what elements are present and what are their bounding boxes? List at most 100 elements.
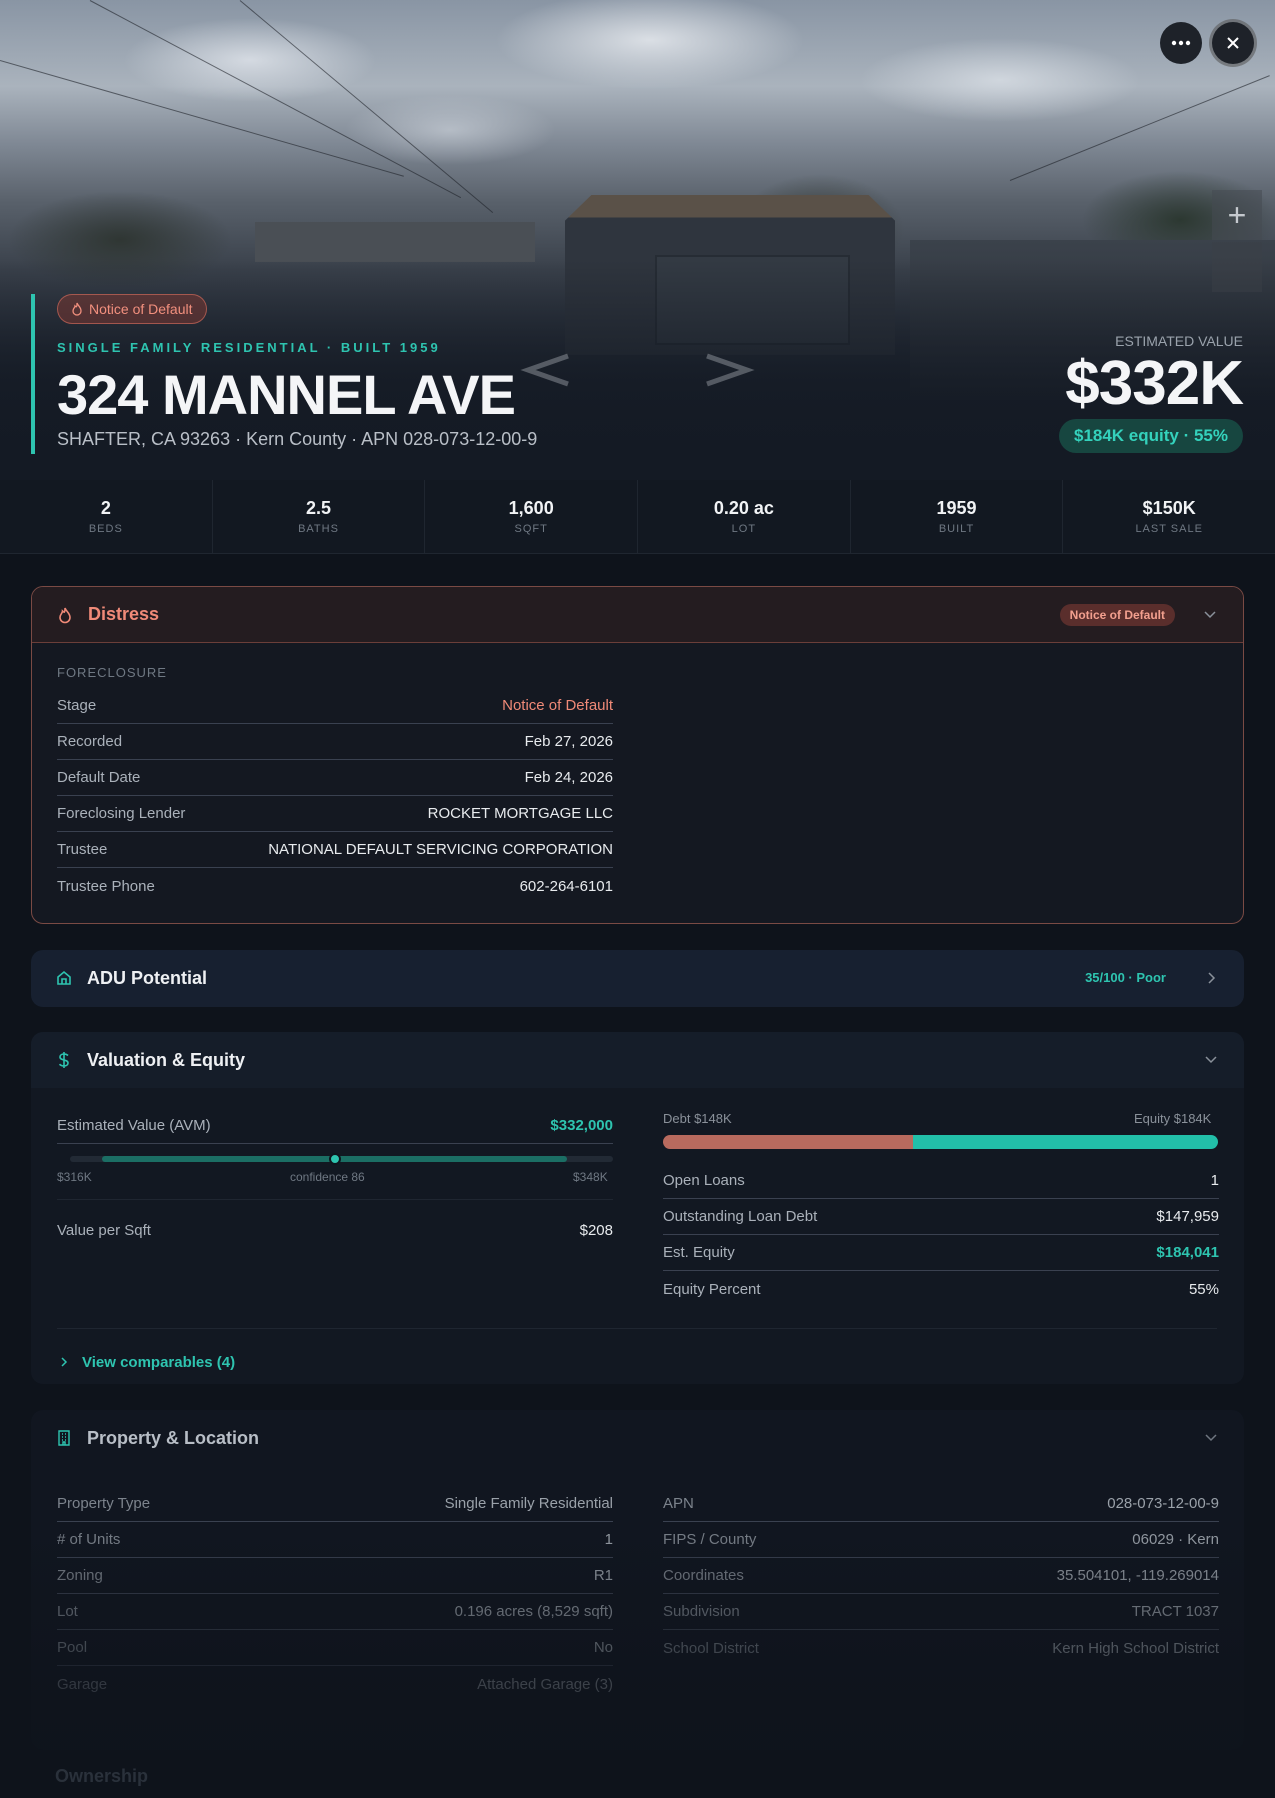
zoom-in-button[interactable]: +	[1212, 190, 1262, 240]
ownership-title[interactable]: Ownership	[55, 1766, 148, 1787]
ellipsis-icon	[1171, 40, 1191, 46]
flame-icon	[59, 607, 71, 623]
row-key: Trustee Phone	[57, 877, 155, 895]
equity-pill: $184K equity · 55%	[1058, 419, 1243, 453]
row-value: R1	[593, 1567, 613, 1584]
row-value: $208	[579, 1221, 613, 1239]
debt-bar	[663, 1135, 913, 1149]
stat-value: 1959	[936, 498, 977, 518]
distress-title: Distress	[88, 604, 160, 624]
stat-value: 1,600	[508, 498, 554, 518]
property-header[interactable]: Property & Location	[31, 1410, 1244, 1466]
avm-range-low: $316K	[57, 1170, 92, 1184]
row-key: # of Units	[57, 1531, 121, 1548]
chevron-down-icon[interactable]	[1203, 608, 1217, 622]
next-photo-icon[interactable]	[705, 352, 755, 388]
stats-bar: 2 BEDS 2.5 BATHS 1,600 SQFT 0.20 ac LOT 1959…	[0, 480, 1275, 554]
row-value: $332,000	[550, 1117, 613, 1134]
row-key: Pool	[57, 1639, 88, 1656]
flame-icon	[72, 302, 82, 316]
divider	[57, 1328, 1217, 1329]
location-row: FIPS / County 06029 · Kern	[663, 1522, 1219, 1558]
row-key: APN	[663, 1495, 694, 1512]
row-value: No	[593, 1639, 613, 1656]
location-row: Coordinates 35.504101, -119.269014	[663, 1558, 1219, 1594]
estimated-value-label: ESTIMATED VALUE	[1115, 333, 1243, 349]
estimated-value-block: ESTIMATED VALUE $332K $184K equity · 55%	[1058, 333, 1244, 453]
row-key: Open Loans	[663, 1172, 745, 1189]
property-row: Garage Attached Garage (3)	[57, 1666, 613, 1702]
stat-baths: 2.5 BATHS	[213, 480, 426, 553]
est-equity-row: Est. Equity $184,041	[663, 1235, 1219, 1271]
chevron-down-icon[interactable]	[1204, 1053, 1218, 1067]
dollar-icon	[58, 1052, 69, 1068]
property-title: Property & Location	[87, 1427, 260, 1448]
estimated-value: $332K	[1065, 349, 1244, 418]
avm-marker	[329, 1153, 341, 1165]
row-key: Lot	[57, 1603, 78, 1620]
zoom-out-button[interactable]	[1212, 242, 1262, 292]
stat-beds: 2 BEDS	[0, 480, 213, 553]
comparables-label: View comparables (4)	[82, 1354, 236, 1371]
avm-confidence: confidence 86	[290, 1170, 365, 1184]
foreclosure-row-trustee: Trustee NATIONAL DEFAULT SERVICING CORPOR…	[57, 832, 613, 868]
more-options-button[interactable]	[1160, 22, 1202, 64]
open-loans-row: Open Loans 1	[663, 1163, 1219, 1199]
foreclosure-row-trustee-phone: Trustee Phone 602-264-6101	[57, 868, 613, 904]
row-value: Single Family Residential	[444, 1495, 613, 1512]
chevron-right-icon[interactable]	[1204, 971, 1218, 985]
foreclosure-row-lender: Foreclosing Lender ROCKET MORTGAGE LLC	[57, 796, 613, 832]
row-key: Subdivision	[663, 1603, 740, 1620]
foreclosure-row-default-date: Default Date Feb 24, 2026	[57, 760, 613, 796]
close-button[interactable]	[1212, 22, 1254, 64]
row-key: Outstanding Loan Debt	[663, 1208, 818, 1225]
property-address-line: SHAFTER, CA 93263 · Kern County · APN 02…	[57, 429, 538, 449]
adu-title: ADU Potential	[87, 967, 208, 988]
row-value: $147,959	[1156, 1208, 1219, 1225]
stat-label: BEDS	[88, 523, 123, 535]
stat-label: BUILT	[938, 523, 975, 535]
view-comparables-link[interactable]: View comparables (4)	[58, 1354, 235, 1371]
building-icon	[58, 1430, 70, 1446]
row-value: Attached Garage (3)	[477, 1675, 613, 1693]
chevron-down-icon[interactable]	[1204, 1431, 1218, 1445]
stat-lot: 0.20 ac LOT	[638, 480, 851, 553]
stat-sqft: 1,600 SQFT	[425, 480, 639, 553]
row-value: Feb 27, 2026	[524, 733, 613, 750]
adu-score: 35/100 · Poor	[1085, 970, 1166, 985]
row-value: 1	[1210, 1172, 1219, 1189]
avm-row: Estimated Value (AVM) $332,000	[57, 1108, 613, 1144]
row-key: Est. Equity	[663, 1244, 735, 1261]
row-value: 55%	[1188, 1280, 1219, 1298]
chevron-right-icon	[61, 1357, 68, 1367]
distress-header[interactable]: Distress Notice of Default	[32, 587, 1243, 643]
property-row: # of Units 1	[57, 1522, 613, 1558]
row-key: Value per Sqft	[57, 1221, 151, 1239]
stat-value: $150K	[1142, 498, 1196, 518]
notice-of-default-badge: Notice of Default	[57, 294, 207, 324]
stat-value: 0.20 ac	[713, 498, 774, 518]
badge-label: Notice of Default	[89, 301, 193, 317]
debt-label: Debt $148K	[663, 1111, 732, 1126]
row-value: NATIONAL DEFAULT SERVICING CORPORATION	[268, 841, 613, 858]
location-row: School District Kern High School District	[663, 1630, 1219, 1666]
row-value: 028-073-12-00-9	[1107, 1495, 1219, 1512]
close-icon	[1227, 37, 1239, 49]
loan-debt-row: Outstanding Loan Debt $147,959	[663, 1199, 1219, 1235]
equity-bar	[913, 1135, 1218, 1149]
valuation-title: Valuation & Equity	[87, 1049, 246, 1070]
row-key: FIPS / County	[663, 1531, 757, 1548]
row-key: Coordinates	[663, 1567, 744, 1584]
adu-header[interactable]: ADU Potential 35/100 · Poor	[31, 950, 1244, 1006]
valuation-header[interactable]: Valuation & Equity	[31, 1032, 1244, 1088]
row-key: Garage	[57, 1675, 108, 1693]
row-key: Estimated Value (AVM)	[57, 1117, 211, 1134]
adu-potential-card[interactable]: ADU Potential 35/100 · Poor	[31, 950, 1244, 1007]
row-key: School District	[663, 1639, 759, 1657]
row-key: Zoning	[57, 1567, 103, 1584]
foreclosure-row-recorded: Recorded Feb 27, 2026	[57, 724, 613, 760]
row-key: Trustee	[57, 841, 108, 858]
stat-last-sale: $150K LAST SALE	[1063, 480, 1275, 553]
row-value: ROCKET MORTGAGE LLC	[427, 805, 613, 822]
property-address-title: 324 MANNEL AVE	[57, 363, 516, 426]
